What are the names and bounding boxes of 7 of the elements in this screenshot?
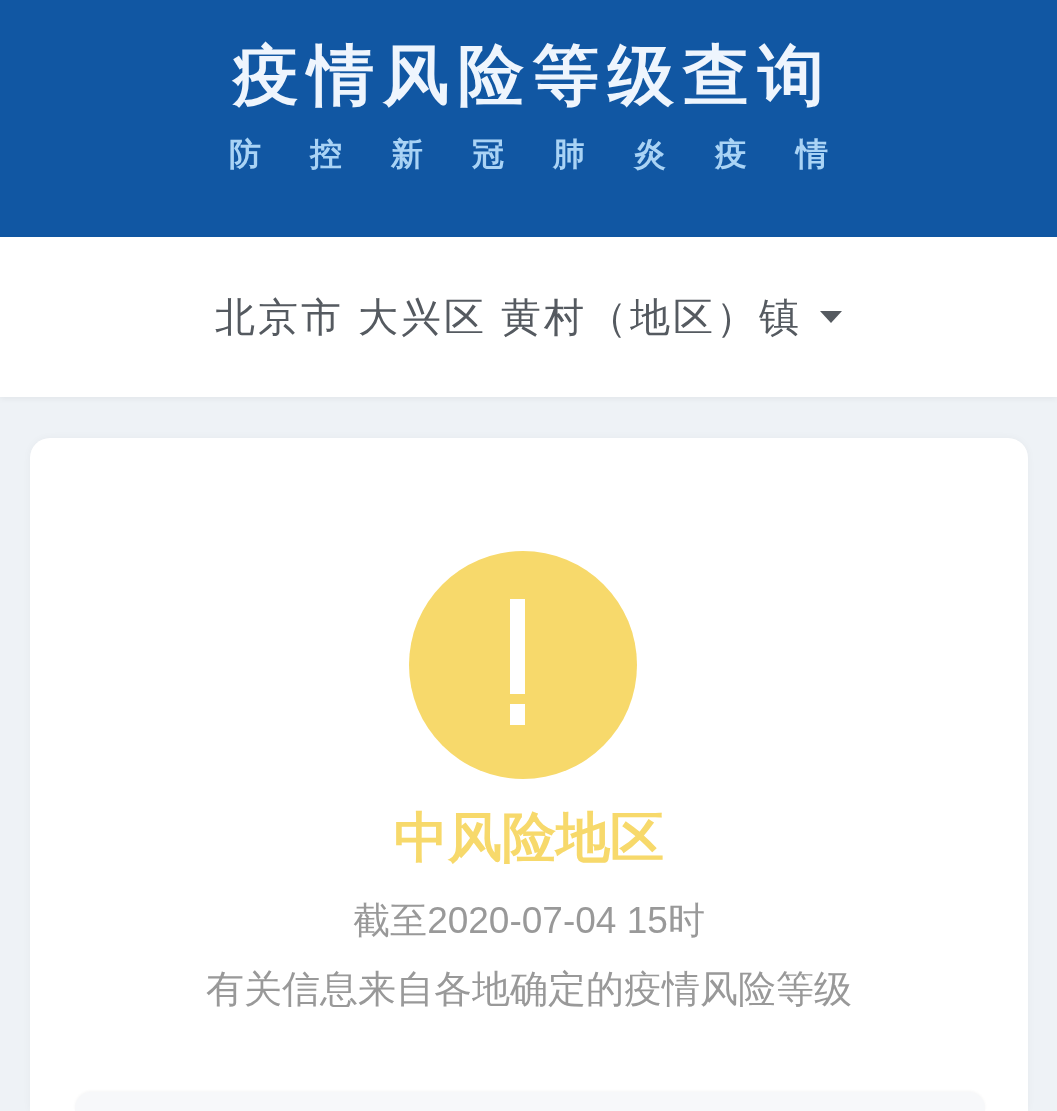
source-note: 有关信息来自各地确定的疫情风险等级 [206, 967, 852, 1012]
page-title: 疫情风险等级查询 [231, 38, 833, 112]
region-dropdown[interactable]: 北京市 大兴区 黄村（地区）镇 [206, 283, 851, 351]
page-subtitle: 防 控 新 冠 肺 炎 疫 情 [228, 135, 848, 174]
update-time: 截至2020-07-04 15时 [353, 899, 705, 943]
caret-icon [820, 311, 843, 323]
risk-level-label: 中风险地区 [394, 807, 664, 867]
